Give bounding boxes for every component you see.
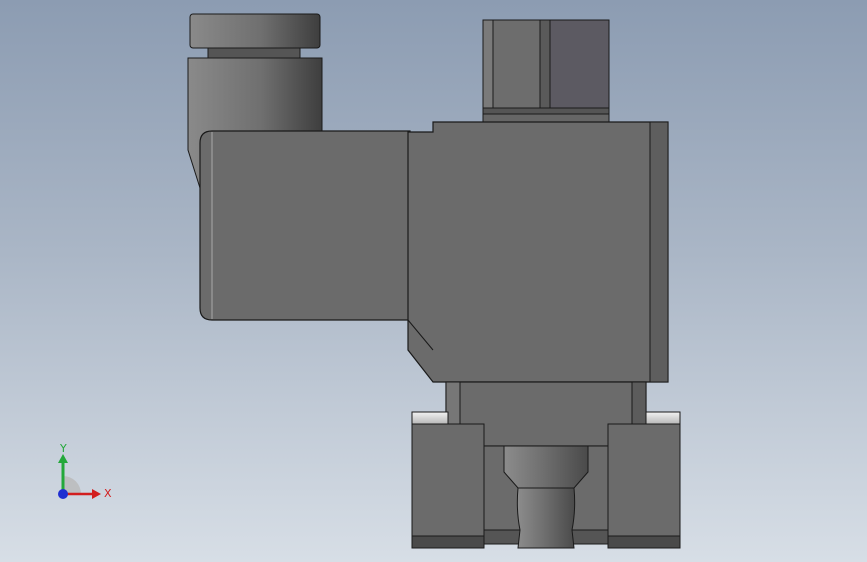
coil-housing[interactable] [199, 130, 411, 321]
x-axis-label: X [104, 487, 112, 500]
graphics-viewport[interactable]: Y X [0, 0, 867, 562]
left-port-block[interactable] [411, 411, 485, 549]
z-axis-dot [58, 489, 68, 499]
y-axis-label: Y [60, 442, 67, 455]
coordinate-triad: Y X [48, 440, 118, 510]
solenoid-valve-model[interactable] [0, 0, 867, 562]
right-port-block[interactable] [607, 411, 681, 549]
valve-body[interactable] [407, 121, 669, 383]
y-axis-arrow [58, 454, 68, 463]
hex-nut[interactable] [482, 19, 610, 123]
x-axis-arrow [92, 489, 101, 499]
